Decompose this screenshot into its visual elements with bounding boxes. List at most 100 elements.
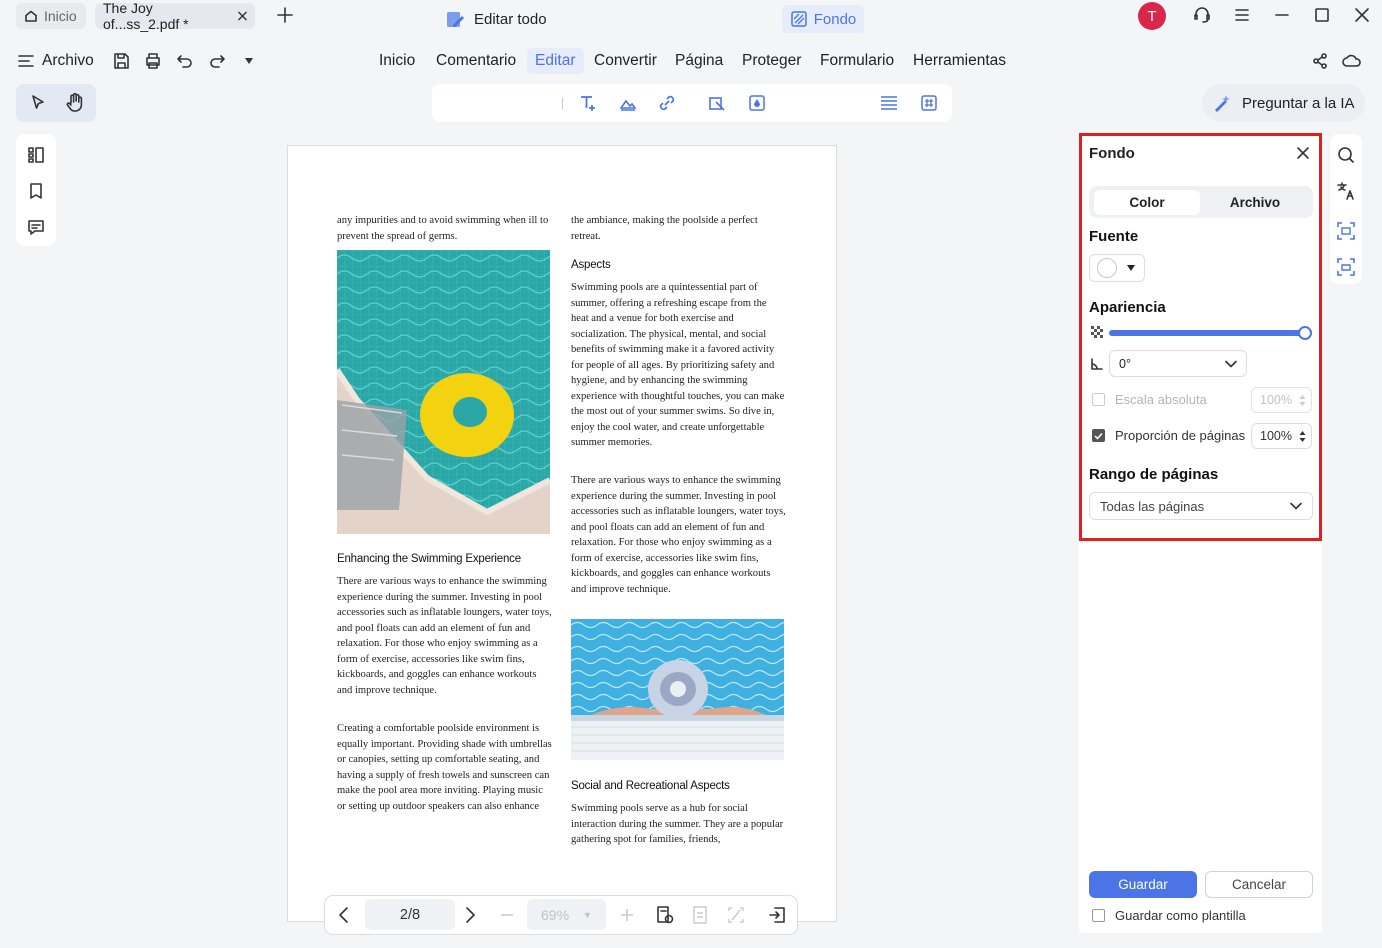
menu-convertir[interactable]: Convertir (586, 48, 665, 74)
zoom-out-icon[interactable] (499, 906, 515, 924)
watermark-icon[interactable] (747, 93, 767, 113)
menu-proteger[interactable]: Proteger (734, 48, 809, 74)
cloud-icon[interactable] (1342, 52, 1362, 70)
cancel-button[interactable]: Cancelar (1205, 871, 1313, 898)
file-menu-label: Archivo (42, 52, 94, 69)
menu-herramientas[interactable]: Herramientas (905, 48, 1014, 74)
previous-page-icon[interactable] (336, 906, 352, 924)
absolute-scale-input[interactable]: 100% (1251, 387, 1312, 413)
edit-all-icon (447, 12, 464, 27)
header-footer-icon[interactable] (879, 94, 899, 112)
background-icon (790, 11, 807, 27)
color-picker-button[interactable] (1089, 254, 1145, 282)
background-label: Fondo (813, 10, 857, 28)
page-range-label: Rango de páginas (1089, 466, 1219, 483)
chevron-down-icon (1290, 502, 1302, 510)
col1-intro: any impurities and to avoid swimming whe… (337, 215, 549, 242)
menu-comentario[interactable]: Comentario (428, 48, 524, 74)
page-range-select[interactable]: Todas las páginas (1089, 492, 1313, 520)
close-window-icon[interactable] (1354, 7, 1370, 23)
col2-heading-social: Social and Recreational Aspects (571, 780, 730, 792)
menu-inicio[interactable]: Inicio (371, 48, 423, 74)
menu-pagina[interactable]: Página (667, 48, 731, 74)
col2-paragraph-3: Swimming pools serve as a hub for social… (571, 803, 784, 845)
opacity-slider-track[interactable] (1109, 330, 1305, 336)
fit-width-icon[interactable] (727, 905, 745, 925)
save-template-checkbox[interactable] (1092, 909, 1105, 922)
col1-paragraph-1: There are various ways to enhance the sw… (337, 576, 552, 696)
absolute-scale-stepper-icon[interactable] (1299, 394, 1306, 407)
page-ratio-input[interactable]: 100% (1251, 423, 1312, 449)
hamburger-menu-icon[interactable] (1234, 7, 1250, 23)
hand-pan-icon[interactable] (65, 92, 85, 114)
menu-formulario[interactable]: Formulario (812, 48, 902, 74)
ask-ai-button[interactable]: Preguntar a la IA (1202, 84, 1365, 122)
new-tab-icon[interactable] (277, 7, 293, 23)
add-image-icon[interactable] (618, 93, 638, 113)
avatar[interactable]: T (1138, 2, 1166, 30)
select-cursor-icon[interactable] (28, 93, 48, 113)
quick-access-dropdown-icon[interactable] (244, 57, 254, 65)
tab-document[interactable]: The Joy of...ss_2.pdf * (95, 0, 255, 32)
bookmark-icon[interactable] (26, 181, 46, 201)
exit-fullscreen-icon[interactable] (767, 905, 787, 925)
page-number-input[interactable]: 2/8 (365, 899, 455, 930)
view-mode-icon[interactable] (655, 905, 675, 925)
pool-hat-image (571, 619, 784, 760)
appearance-label: Apariencia (1089, 299, 1166, 316)
redo-icon[interactable] (208, 52, 226, 70)
ai-sparkle-icon (1215, 95, 1230, 112)
zoom-level: 69% (541, 906, 570, 923)
tab-file[interactable]: Archivo (1202, 190, 1308, 215)
zoom-level-select[interactable]: 69% ▼ (527, 899, 606, 930)
undo-icon[interactable] (176, 52, 194, 70)
search-icon[interactable] (1336, 145, 1356, 165)
bates-number-icon[interactable] (919, 93, 939, 113)
file-menu[interactable]: Archivo (18, 49, 94, 73)
avatar-letter: T (1147, 7, 1157, 25)
page-ratio-label: Proporción de páginas (1115, 428, 1246, 443)
tab-file-label: Archivo (1229, 195, 1281, 210)
ocr-scan-icon[interactable] (1336, 221, 1356, 241)
rotation-select[interactable]: 0° (1109, 350, 1247, 377)
page-ratio-stepper-icon[interactable] (1299, 430, 1306, 443)
close-panel-icon[interactable] (1296, 146, 1310, 160)
tab-home[interactable]: Inicio (16, 3, 86, 29)
add-link-icon[interactable] (657, 93, 677, 113)
zoom-in-icon[interactable] (619, 906, 635, 924)
save-button[interactable]: Guardar (1089, 871, 1197, 898)
crop-page-icon[interactable] (707, 93, 727, 113)
save-button-label: Guardar (1118, 877, 1168, 892)
tab-document-label: The Joy of...ss_2.pdf * (103, 0, 189, 32)
opacity-icon (1091, 326, 1103, 338)
ask-ai-label: Preguntar a la IA (1242, 94, 1355, 112)
tab-home-label: Inicio (44, 8, 77, 24)
maximize-icon[interactable] (1314, 7, 1330, 23)
source-label: Fuente (1089, 228, 1139, 245)
page-ratio-checkbox[interactable] (1092, 429, 1105, 442)
minimize-icon[interactable] (1274, 7, 1290, 23)
close-tab-icon[interactable] (238, 11, 247, 21)
background-button[interactable]: Fondo (782, 5, 864, 33)
edit-all-button[interactable]: Editar todo (440, 5, 552, 33)
home-icon (25, 10, 37, 22)
thumbnails-icon[interactable] (26, 145, 46, 165)
share-icon[interactable] (1311, 52, 1329, 70)
add-text-icon[interactable] (578, 93, 598, 113)
next-page-icon[interactable] (462, 906, 478, 924)
single-page-icon[interactable] (691, 905, 709, 925)
print-icon[interactable] (144, 52, 162, 70)
save-icon[interactable] (112, 52, 130, 70)
absolute-scale-checkbox[interactable] (1092, 393, 1105, 406)
menu-proteger-label: Proteger (742, 52, 802, 69)
translate-icon[interactable] (1336, 181, 1356, 201)
opacity-slider-fill (1109, 330, 1305, 336)
menu-editar[interactable]: Editar (527, 48, 584, 74)
tab-color[interactable]: Color (1094, 190, 1200, 215)
col1-heading: Enhancing the Swimming Experience (337, 553, 521, 565)
support-headset-icon[interactable] (1192, 5, 1212, 25)
menu-editar-label: Editar (535, 52, 576, 69)
comments-icon[interactable] (26, 217, 46, 237)
opacity-slider-thumb[interactable] (1298, 326, 1312, 340)
screen-capture-icon[interactable] (1336, 257, 1356, 277)
